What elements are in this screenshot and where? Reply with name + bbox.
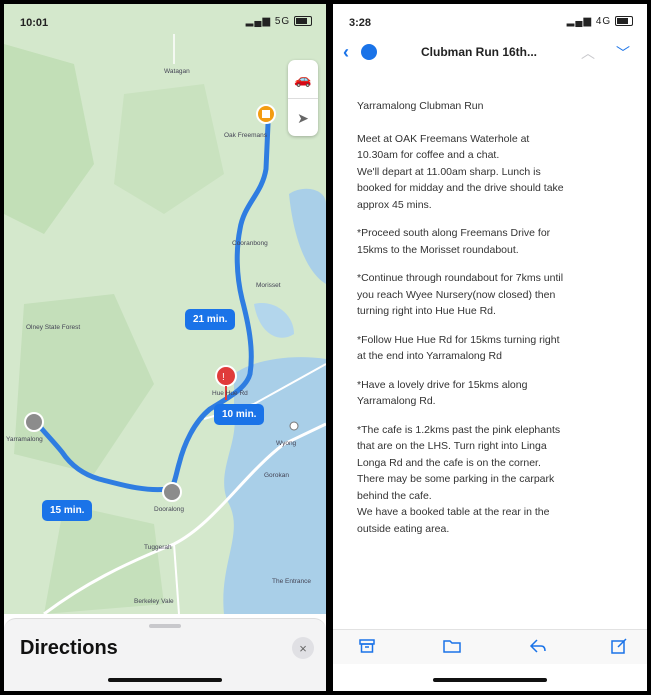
battery-icon: [615, 16, 633, 27]
map-label: Yarramalong: [6, 436, 43, 443]
message-paragraph: *Follow Hue Hue Rd for 15kms turning rig…: [357, 332, 639, 365]
message-paragraph: *Proceed south along Freemans Drive for …: [357, 225, 639, 258]
mail-screen: 3:28 ▂▄▆ 4G ‹ Clubman Run 16th... ︿ ﹀ Ya…: [333, 4, 647, 691]
network-label: 5G: [274, 16, 291, 27]
message-subject: Clubman Run 16th...: [421, 45, 538, 59]
home-indicator[interactable]: [433, 678, 547, 682]
map-label: Berkeley Vale: [134, 598, 174, 605]
map-label: Gorokan: [264, 472, 289, 479]
mail-nav-bar: ‹ Clubman Run 16th... ︿ ﹀: [333, 40, 647, 70]
text-line: *Follow Hue Hue Rd for 15kms turning rig…: [357, 333, 560, 346]
message-body: Yarramalong Clubman Run Meet at OAK Free…: [357, 98, 639, 549]
text-line: booked for midday and the drive should t…: [357, 182, 564, 194]
map-label: Hue Hue Rd: [212, 390, 248, 397]
text-line: We'll depart at 11.00am sharp. Lunch is: [357, 165, 541, 178]
maps-screen: ! Watagan Oak Freemans Cooranbong Moriss…: [4, 4, 326, 691]
location-arrow-icon[interactable]: ➤: [288, 98, 318, 137]
text-line: Yarramalong Rd.: [357, 395, 436, 407]
sheet-grabber[interactable]: [149, 624, 181, 628]
map-label: Oak Freemans: [224, 132, 267, 139]
route-time-badge-21[interactable]: 21 min.: [185, 309, 236, 330]
text-line: outside eating area.: [357, 522, 450, 535]
map-label: Morisset: [256, 282, 281, 289]
text-line: turning right into Hue Hue Rd.: [357, 305, 496, 317]
map-label: Olney State Forest: [26, 324, 81, 331]
status-icons: ▂▄▆ 5G: [246, 16, 312, 27]
map-label: Watagan: [164, 68, 190, 75]
map-label: Cooranbong: [232, 240, 268, 247]
map-view[interactable]: !: [4, 4, 326, 614]
network-label: 4G: [595, 16, 612, 27]
text-line: *Have a lovely drive for 15kms along: [357, 378, 528, 391]
status-icons: ▂▄▆ 4G: [567, 16, 633, 27]
compose-icon[interactable]: [611, 638, 627, 658]
map-label: Tuggerah: [144, 544, 172, 551]
map-label: Dooralong: [154, 506, 184, 513]
next-message-chevron-icon[interactable]: ﹀: [616, 43, 630, 63]
map-label: Wyong: [276, 440, 297, 447]
text-line: that are on the LHS. Turn right into Lin…: [357, 440, 547, 452]
message-paragraph: *Have a lovely drive for 15kms along Yar…: [357, 377, 639, 410]
map-controls: 🚗 ➤: [288, 60, 318, 136]
svg-text:!: !: [222, 372, 225, 383]
waypoint-marker-dooralong[interactable]: [162, 482, 182, 502]
text-line: We have a booked table at the rear in th…: [357, 506, 550, 518]
home-indicator[interactable]: [108, 678, 222, 682]
text-line: 10.30am for coffee and a chat.: [357, 149, 500, 161]
text-line: at the end into Yarramalong Rd: [357, 350, 502, 362]
car-icon[interactable]: 🚗: [288, 60, 318, 98]
back-chevron-icon[interactable]: ‹: [343, 42, 349, 63]
message-paragraph: Meet at OAK Freemans Waterhole at 10.30a…: [357, 131, 639, 214]
route-time-badge-15[interactable]: 15 min.: [42, 500, 93, 521]
text-line: *Continue through roundabout for 7kms un…: [357, 272, 564, 284]
signal-icon: ▂▄▆: [566, 16, 593, 27]
directions-sheet[interactable]: Directions ×: [4, 618, 326, 691]
status-time: 10:01: [20, 17, 49, 29]
text-line: There may be some parking in the carpark: [357, 473, 555, 485]
route-time-badge-10[interactable]: 10 min.: [214, 404, 265, 425]
map-label: The Entrance: [272, 578, 312, 585]
mail-toolbar: [333, 629, 647, 664]
text-line: *Proceed south along Freemans Drive for: [357, 227, 551, 239]
destination-marker[interactable]: [24, 412, 44, 432]
status-bar: 10:01 ▂▄▆ 5G: [4, 4, 326, 40]
text-line: Meet at OAK Freemans Waterhole at: [357, 132, 530, 145]
text-line: you reach Wyee Nursery(now closed) then: [357, 288, 556, 301]
text-line: approx 45 mins.: [357, 198, 432, 211]
waypoint-pin[interactable]: [215, 365, 237, 387]
message-paragraph: *The cafe is 1.2kms past the pink elepha…: [357, 422, 639, 538]
status-bar: 3:28 ▂▄▆ 4G: [333, 4, 647, 40]
text-line: *The cafe is 1.2kms past the pink elepha…: [357, 423, 561, 436]
unread-badge[interactable]: [361, 44, 377, 60]
reply-icon[interactable]: [529, 638, 547, 658]
battery-icon: [294, 16, 312, 27]
message-heading: Yarramalong Clubman Run: [357, 100, 484, 112]
text-line: behind the cafe.: [357, 489, 432, 502]
text-line: 15kms to the Morisset roundabout.: [357, 243, 519, 256]
signal-icon: ▂▄▆: [245, 16, 272, 27]
sheet-title: Directions: [20, 637, 118, 659]
close-button[interactable]: ×: [292, 637, 314, 659]
previous-message-chevron-icon[interactable]: ︿: [581, 43, 595, 63]
message-paragraph: *Continue through roundabout for 7kms un…: [357, 270, 639, 320]
archive-icon[interactable]: [359, 638, 375, 658]
status-time: 3:28: [349, 17, 372, 29]
text-line: Longa Rd and the cafe is on the corner.: [357, 456, 541, 469]
folder-icon[interactable]: [443, 638, 461, 658]
